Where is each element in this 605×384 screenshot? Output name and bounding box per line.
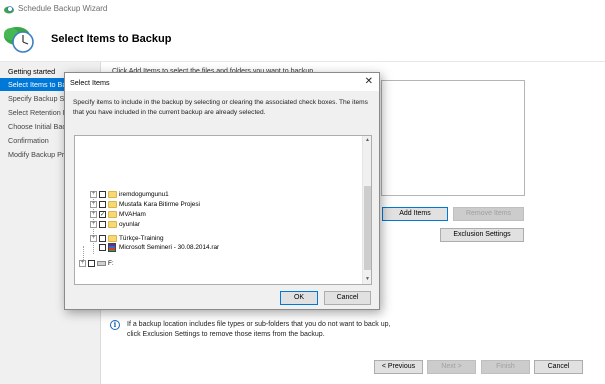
finish-button[interactable]: Finish	[481, 360, 530, 374]
expand-icon[interactable]: +	[90, 221, 97, 228]
info-icon: i	[110, 320, 120, 330]
dialog-description: Specify items to include in the backup b…	[73, 99, 368, 116]
tree-item-label: Türkçe-Training	[119, 235, 164, 242]
wizard-cancel-button[interactable]: Cancel	[534, 360, 583, 374]
tree-item-label: iremdogumgunu1	[119, 191, 169, 198]
add-items-button[interactable]: Add Items	[382, 207, 448, 221]
dialog-title: Select Items	[70, 78, 110, 87]
folder-icon	[108, 191, 117, 198]
items-tree-view[interactable]: + iremdogumgunu1 + Mustafa Kara Bitirme …	[74, 135, 372, 285]
item-checkbox[interactable]	[99, 221, 106, 228]
expand-icon[interactable]: +	[90, 201, 97, 208]
exclusion-settings-button[interactable]: Exclusion Settings	[440, 228, 524, 242]
folder-icon	[108, 221, 117, 228]
item-checkbox[interactable]	[99, 244, 106, 251]
item-checkbox-checked[interactable]: ✓	[99, 211, 106, 218]
rar-archive-icon	[108, 243, 116, 252]
drive-icon	[97, 261, 106, 266]
wizard-header: Select Items to Backup	[0, 18, 605, 62]
scroll-down-icon[interactable]: ▼	[364, 276, 371, 283]
folder-icon	[108, 201, 117, 208]
ok-button[interactable]: OK	[280, 291, 318, 305]
select-items-dialog: Select Items ✕ Specify items to include …	[64, 72, 380, 310]
exclusion-info-text: If a backup location includes file types…	[127, 321, 391, 338]
expand-icon[interactable]: +	[79, 260, 86, 267]
tree-item-label: MVAHam	[119, 211, 146, 218]
expand-icon[interactable]: +	[90, 191, 97, 198]
tree-item-label: oyunlar	[119, 221, 140, 228]
window-title: Schedule Backup Wizard	[18, 4, 108, 13]
folder-icon	[108, 211, 117, 218]
previous-button[interactable]: < Previous	[374, 360, 423, 374]
item-checkbox[interactable]	[99, 191, 106, 198]
tree-scrollbar[interactable]: ▲ ▼	[362, 136, 371, 284]
item-checkbox[interactable]	[99, 201, 106, 208]
expand-icon[interactable]: +	[90, 235, 97, 242]
folder-icon	[108, 235, 117, 242]
tree-item-label: Microsoft Semineri - 30.08.2014.rar	[119, 244, 220, 251]
window-titlebar: Schedule Backup Wizard	[0, 0, 605, 18]
next-button[interactable]: Next >	[427, 360, 476, 374]
backup-clock-icon	[4, 27, 34, 53]
backup-items-list[interactable]	[381, 80, 525, 196]
dialog-cancel-button[interactable]: Cancel	[324, 291, 371, 305]
tree-item-label: Mustafa Kara Bitirme Projesi	[119, 201, 200, 208]
dialog-titlebar: Select Items ✕	[65, 73, 379, 91]
scroll-thumb[interactable]	[364, 186, 371, 270]
expand-icon[interactable]: +	[90, 211, 97, 218]
backup-app-icon	[4, 6, 14, 14]
tree-item-label: F:	[108, 260, 114, 267]
close-icon[interactable]: ✕	[365, 76, 373, 87]
item-checkbox[interactable]	[99, 235, 106, 242]
item-checkbox[interactable]	[88, 260, 95, 267]
scroll-up-icon[interactable]: ▲	[364, 137, 371, 144]
page-title: Select Items to Backup	[51, 33, 172, 45]
remove-items-button[interactable]: Remove Items	[453, 207, 524, 221]
